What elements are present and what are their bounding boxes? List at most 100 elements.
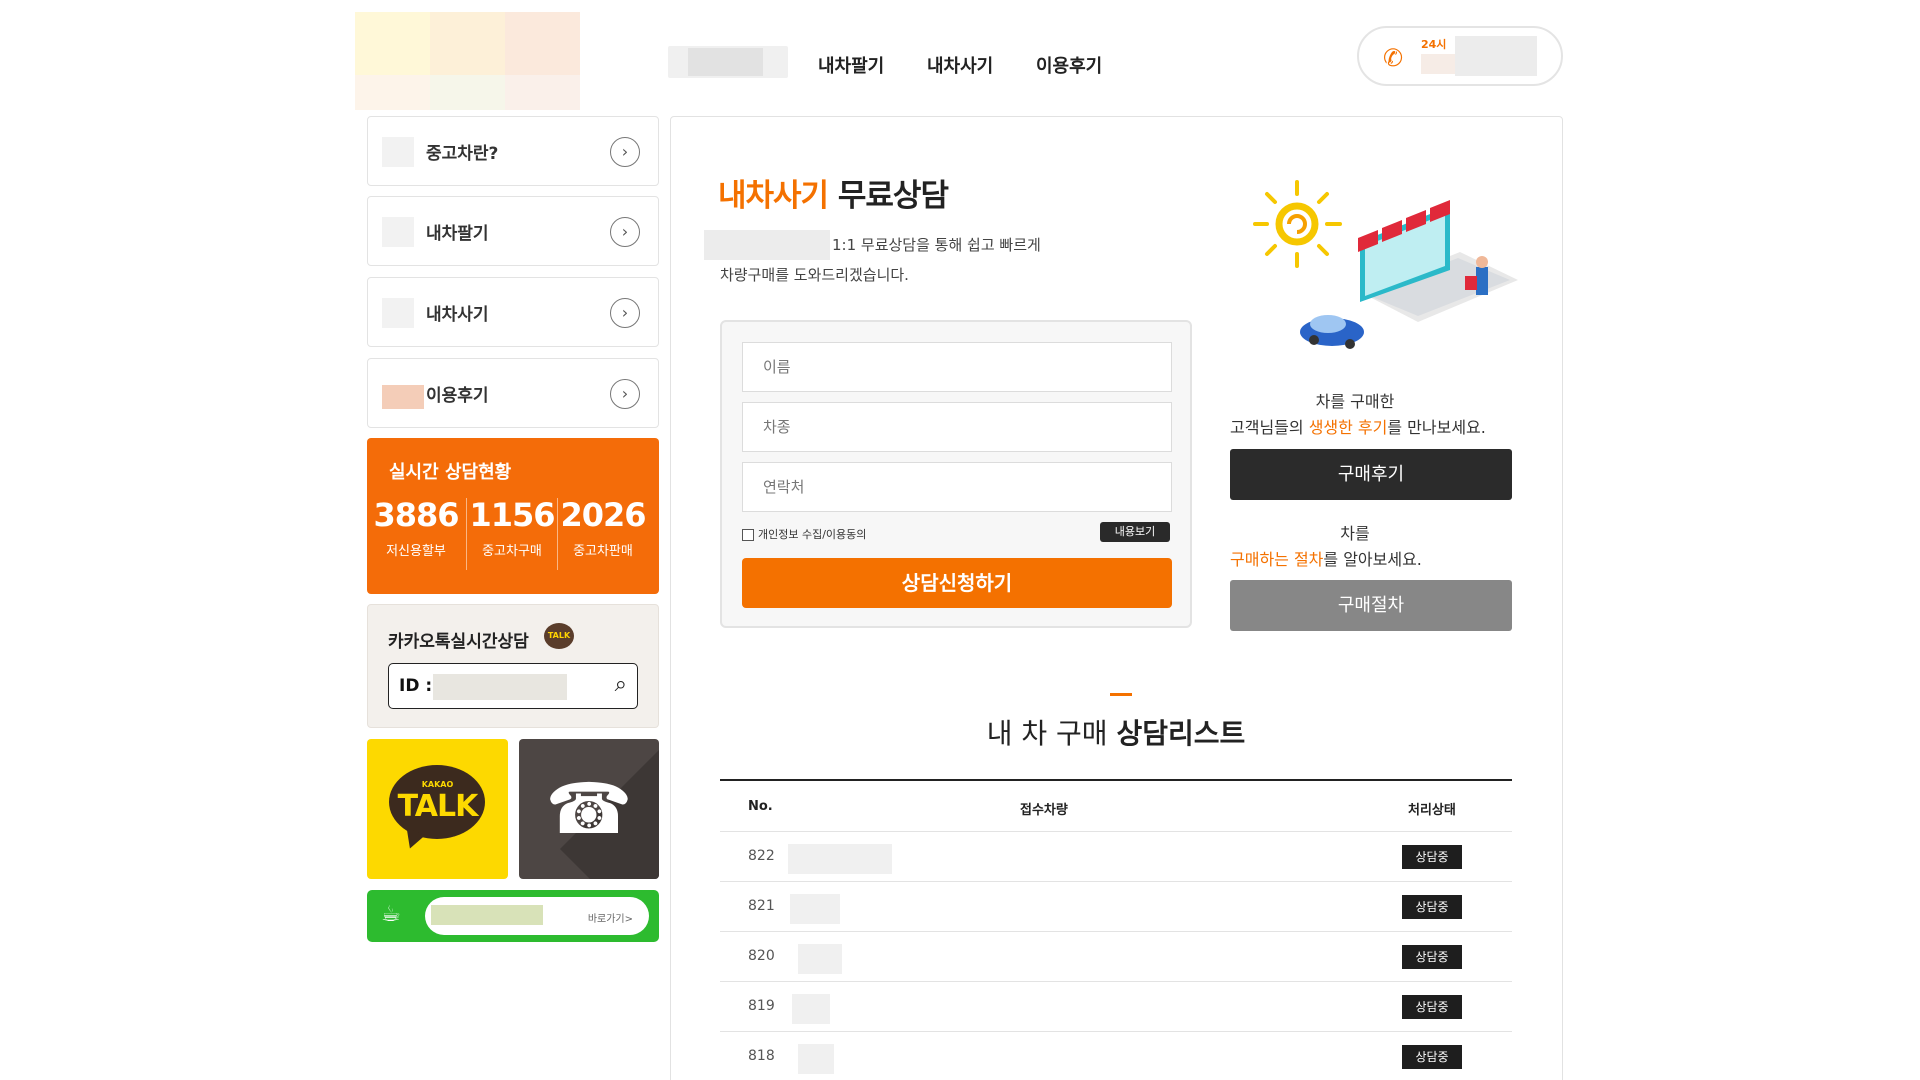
status-badge: 상담중 xyxy=(1402,945,1462,969)
sidebar-item-label: 중고차란? xyxy=(426,144,499,164)
subtitle-line1: 1:1 무료상담을 통해 쉽고 빠르게 xyxy=(832,236,1041,254)
status-title: 실시간 상담현황 xyxy=(389,462,512,483)
kakao-talk-button[interactable]: KAKAO TALK xyxy=(367,739,508,879)
sidebar-item-icon xyxy=(382,217,414,247)
nav-reviews[interactable]: 이용후기 xyxy=(1036,52,1102,78)
page-title-orange: 내차사기 xyxy=(718,178,829,214)
kakao-big-label: TALK xyxy=(397,789,479,824)
row-car-blur xyxy=(798,944,842,974)
phone-number-blur xyxy=(1421,54,1455,74)
nav-sell-car[interactable]: 내차팔기 xyxy=(818,52,884,78)
stat-value: 3886 xyxy=(373,496,459,534)
kakao-small-label: KAKAO xyxy=(421,780,454,789)
kakao-id-label: ID : xyxy=(399,676,433,696)
car-model-input[interactable]: 차종 xyxy=(742,402,1172,452)
nav-item-blurred[interactable] xyxy=(668,46,788,78)
contact-input[interactable]: 연락처 xyxy=(742,462,1172,512)
stat-label: 중고차판매 xyxy=(573,544,633,559)
review-text-line2: 고객님들의 생생한 후기를 만나보세요. xyxy=(1230,414,1530,438)
row-no: 818 xyxy=(748,1048,775,1064)
kakao-id-field[interactable]: ID : ⌕ xyxy=(388,663,638,709)
sidebar-item-icon xyxy=(382,137,414,167)
table-row[interactable]: 818 상담중 xyxy=(720,1032,1512,1080)
header-car: 접수차량 xyxy=(1020,803,1068,818)
site-logo[interactable] xyxy=(355,12,625,110)
list-title-bold: 상담리스트 xyxy=(1116,717,1246,750)
privacy-checkbox[interactable] xyxy=(742,529,754,541)
cafe-link-bar[interactable]: ☕ 바로가기> xyxy=(367,890,659,942)
process-text-part: 를 알아보세요. xyxy=(1323,550,1422,569)
row-car-blur xyxy=(790,894,840,924)
coffee-cup-icon: ☕ xyxy=(381,902,401,927)
chevron-right-icon: › xyxy=(610,298,640,328)
status-badge: 상담중 xyxy=(1402,845,1462,869)
chevron-right-icon: › xyxy=(610,379,640,409)
page-title: 내차사기 무료상담 xyxy=(718,170,949,215)
table-header: No. 접수차량 처리상태 xyxy=(720,781,1512,832)
kakao-id-value-blur xyxy=(433,674,567,700)
review-text-line1: 차를 구매한 xyxy=(1315,392,1395,411)
page-title-black: 무료상담 xyxy=(837,178,949,214)
process-text-line1: 차를 xyxy=(1340,524,1370,543)
row-no: 821 xyxy=(748,898,775,914)
subtitle-blur xyxy=(704,230,830,260)
subtitle-line2: 차량구매를 도와드리겠습니다. xyxy=(720,266,909,284)
privacy-label: 개인정보 수집/이용동의 xyxy=(758,528,867,541)
stat-low-credit: 3886 저신용할부 xyxy=(371,496,461,559)
section-accent-dash xyxy=(1110,693,1132,696)
row-no: 819 xyxy=(748,998,775,1014)
stat-value: 1156 xyxy=(469,496,555,534)
header-no: No. xyxy=(748,799,773,814)
list-title-part: 내 차 구매 xyxy=(986,717,1117,750)
kakao-consult-box: 카카오톡실시간상담 TALK ID : ⌕ xyxy=(367,604,659,728)
kakao-title: 카카오톡실시간상담 xyxy=(388,632,529,652)
sidebar-item-buy-car[interactable]: 내차사기 › xyxy=(367,277,659,347)
consult-list-title: 내 차 구매 상담리스트 xyxy=(720,712,1512,752)
cafe-link-inner: 바로가기> xyxy=(425,897,649,935)
sidebar-item-icon xyxy=(382,385,424,409)
row-no: 820 xyxy=(748,948,775,964)
status-badge: 상담중 xyxy=(1402,1045,1462,1069)
nav-buy-car[interactable]: 내차사기 xyxy=(927,52,993,78)
kakao-talk-icon: TALK xyxy=(544,623,574,649)
sidebar-item-reviews[interactable]: 이용후기 › xyxy=(367,358,659,428)
table-row[interactable]: 822 상담중 xyxy=(720,832,1512,882)
realtime-status-panel: 실시간 상담현황 3886 저신용할부 1156 중고차구매 2026 중고차판… xyxy=(367,438,659,594)
view-terms-button[interactable]: 내용보기 xyxy=(1100,522,1170,542)
sidebar-item-label: 이용후기 xyxy=(426,386,489,406)
phone-icon: ✆ xyxy=(1383,44,1404,72)
stat-used-buy: 1156 중고차구매 xyxy=(467,496,557,559)
search-icon[interactable]: ⌕ xyxy=(615,672,627,697)
sidebar-item-label: 내차사기 xyxy=(426,305,489,325)
process-text-line2: 구매하는 절차를 알아보세요. xyxy=(1230,546,1530,570)
review-text-part: 를 만나보세요. xyxy=(1387,418,1486,437)
stat-used-sell: 2026 중고차판매 xyxy=(558,496,648,559)
submit-consult-button[interactable]: 상담신청하기 xyxy=(742,558,1172,608)
car-icon xyxy=(1300,315,1364,349)
table-row[interactable]: 819 상담중 xyxy=(720,982,1512,1032)
phone-contact-box[interactable]: ✆ 24시 xyxy=(1357,26,1563,86)
cafe-go-link[interactable]: 바로가기> xyxy=(588,910,633,925)
review-text-highlight: 생생한 후기 xyxy=(1308,418,1388,437)
chevron-right-icon: › xyxy=(610,137,640,167)
process-text-highlight: 구매하는 절차 xyxy=(1230,550,1324,569)
sidebar-item-icon xyxy=(382,298,414,328)
name-input[interactable]: 이름 xyxy=(742,342,1172,392)
privacy-agree[interactable]: 개인정보 수집/이용동의 xyxy=(742,526,866,542)
table-row[interactable]: 820 상담중 xyxy=(720,932,1512,982)
sun-icon xyxy=(1253,180,1342,268)
table-row[interactable]: 821 상담중 xyxy=(720,882,1512,932)
phone-call-button[interactable]: ☎ xyxy=(519,739,659,879)
header-status: 처리상태 xyxy=(1408,803,1456,818)
shopping-car-illustration xyxy=(1253,180,1518,349)
laptop-store xyxy=(1358,200,1518,322)
purchase-process-button[interactable]: 구매절차 xyxy=(1230,580,1512,631)
sidebar-item-what-is-used-car[interactable]: 중고차란? › xyxy=(367,116,659,186)
sidebar-item-label: 내차팔기 xyxy=(426,224,489,244)
purchase-reviews-button[interactable]: 구매후기 xyxy=(1230,449,1512,500)
status-badge: 상담중 xyxy=(1402,895,1462,919)
consult-list-table: No. 접수차량 처리상태 822 상담중 821 상담중 820 상담중 81… xyxy=(720,779,1512,1080)
sidebar-item-sell-car[interactable]: 내차팔기 › xyxy=(367,196,659,266)
chevron-right-icon: › xyxy=(610,217,640,247)
stat-value: 2026 xyxy=(560,496,646,534)
